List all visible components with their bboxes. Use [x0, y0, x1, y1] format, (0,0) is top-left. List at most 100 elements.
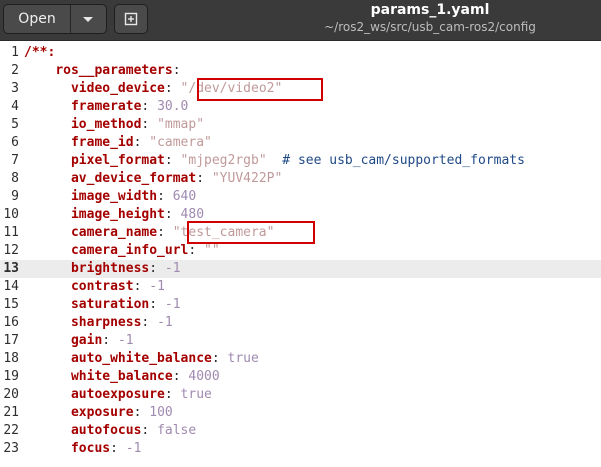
code-line[interactable]: 17 gain: -1 — [0, 332, 601, 350]
code-line[interactable]: 3 video_device: "/dev/video2" — [0, 80, 601, 98]
yaml-key: autofocus — [70, 423, 142, 438]
punctuation: : — [141, 315, 158, 330]
punctuation — [24, 225, 71, 240]
line-number: 22 — [3, 423, 19, 438]
code-line[interactable]: 22 autofocus: false — [0, 422, 601, 440]
code-line[interactable]: 9 image_width: 640 — [0, 188, 601, 206]
yaml-key: image_height — [70, 207, 165, 222]
punctuation — [24, 369, 71, 384]
yaml-key: auto_white_balance — [70, 351, 212, 366]
yaml-key: /**: — [24, 45, 56, 60]
line-code: camera_info_url: "" — [24, 242, 220, 260]
scalar-value: 4000 — [188, 369, 220, 384]
yaml-key: contrast — [70, 279, 134, 294]
punctuation — [24, 117, 71, 132]
scalar-value: -1 — [149, 279, 165, 294]
line-code: gain: -1 — [24, 332, 134, 350]
code-line[interactable]: 4 framerate: 30.0 — [0, 98, 601, 116]
punctuation: : — [141, 99, 158, 114]
punctuation — [24, 387, 71, 402]
code-line[interactable]: 23 focus: -1 — [0, 440, 601, 458]
scalar-value: true — [180, 387, 212, 402]
string-value: "YUV422P" — [211, 171, 283, 186]
punctuation: : — [164, 207, 181, 222]
punctuation: : — [149, 297, 165, 312]
code-line[interactable]: 10 image_height: 480 — [0, 206, 601, 224]
line-number: 16 — [3, 315, 19, 330]
punctuation: : — [141, 117, 158, 132]
new-document-button[interactable] — [114, 4, 148, 34]
punctuation — [24, 243, 71, 258]
open-dropdown-button[interactable] — [71, 5, 106, 33]
yaml-key: video_device — [70, 81, 165, 96]
code-line[interactable]: 18 auto_white_balance: true — [0, 350, 601, 368]
code-line[interactable]: 1 /**: — [0, 44, 601, 62]
punctuation: : — [164, 153, 181, 168]
punctuation: : — [102, 333, 118, 348]
code-line[interactable]: 20 autoexposure: true — [0, 386, 601, 404]
punctuation — [24, 171, 71, 186]
line-number: 4 — [11, 99, 19, 114]
code-line[interactable]: 5 io_method: "mmap" — [0, 116, 601, 134]
code-line[interactable]: 13 brightness: -1 — [0, 260, 601, 278]
yaml-key: camera_info_url — [70, 243, 189, 258]
punctuation — [24, 99, 71, 114]
line-number: 19 — [3, 369, 19, 384]
header-bar: Open params_1.yaml ~/ros2_ws/src/usb_cam… — [0, 0, 601, 41]
punctuation — [267, 153, 283, 168]
code-line[interactable]: 19 white_balance: 4000 — [0, 368, 601, 386]
comment: # see usb_cam/supported_formats — [282, 153, 525, 168]
code-line[interactable]: 7 pixel_format: "mjpeg2rgb" # see usb_ca… — [0, 152, 601, 170]
string-value: "" — [204, 243, 220, 258]
scalar-value: 100 — [149, 405, 173, 420]
code-line[interactable]: 21 exposure: 100 — [0, 404, 601, 422]
scalar-value: -1 — [125, 441, 142, 456]
scalar-value: 480 — [180, 207, 205, 222]
line-code: /**: — [24, 44, 55, 62]
line-number: 8 — [11, 171, 19, 186]
code-line[interactable]: 16 sharpness: -1 — [0, 314, 601, 332]
line-number: 20 — [3, 387, 19, 402]
punctuation — [24, 405, 71, 420]
code-line[interactable]: 6 frame_id: "camera" — [0, 134, 601, 152]
line-code: focus: -1 — [24, 440, 141, 458]
punctuation: : — [133, 405, 150, 420]
line-code: image_height: 480 — [24, 206, 204, 224]
string-value: "mmap" — [157, 117, 205, 132]
code-line[interactable]: 14 contrast: -1 — [0, 278, 601, 296]
punctuation: : — [157, 189, 173, 204]
punctuation — [24, 351, 71, 366]
code-line[interactable]: 12 camera_info_url: "" — [0, 242, 601, 260]
line-code: brightness: -1 — [24, 260, 181, 278]
line-number: 3 — [11, 81, 19, 96]
string-value: "camera" — [149, 135, 212, 150]
code-line[interactable]: 8 av_device_format: "YUV422P" — [0, 170, 601, 188]
line-code: av_device_format: "YUV422P" — [24, 170, 282, 188]
line-code: auto_white_balance: true — [24, 350, 259, 368]
window-title: params_1.yaml — [370, 2, 490, 18]
scalar-value: -1 — [164, 297, 181, 312]
punctuation: : — [157, 225, 173, 240]
yaml-key: framerate — [70, 99, 142, 114]
line-number: 17 — [3, 333, 19, 348]
punctuation — [24, 261, 71, 276]
line-number: 12 — [3, 243, 19, 258]
code-line[interactable]: 15 saturation: -1 — [0, 296, 601, 314]
punctuation: : — [211, 351, 228, 366]
punctuation — [24, 441, 71, 456]
yaml-key: white_balance — [70, 369, 173, 384]
punctuation — [24, 81, 71, 96]
yaml-key: io_method — [70, 117, 142, 132]
scalar-value: -1 — [117, 333, 134, 348]
scalar-value: true — [227, 351, 259, 366]
yaml-key: pixel_format — [70, 153, 165, 168]
text-editor[interactable]: 1/**: 2 ros__parameters: 3 video_device: "… — [0, 41, 601, 467]
code-line[interactable]: 11 camera_name: "test_camera" — [0, 224, 601, 242]
yaml-key: ros__parameters — [55, 63, 173, 78]
open-button[interactable]: Open — [4, 5, 71, 33]
yaml-key: autoexposure — [70, 387, 165, 402]
code-line[interactable]: 2 ros__parameters: — [0, 62, 601, 80]
line-number: 15 — [3, 297, 19, 312]
line-code: contrast: -1 — [24, 278, 165, 296]
punctuation: : — [110, 441, 126, 456]
